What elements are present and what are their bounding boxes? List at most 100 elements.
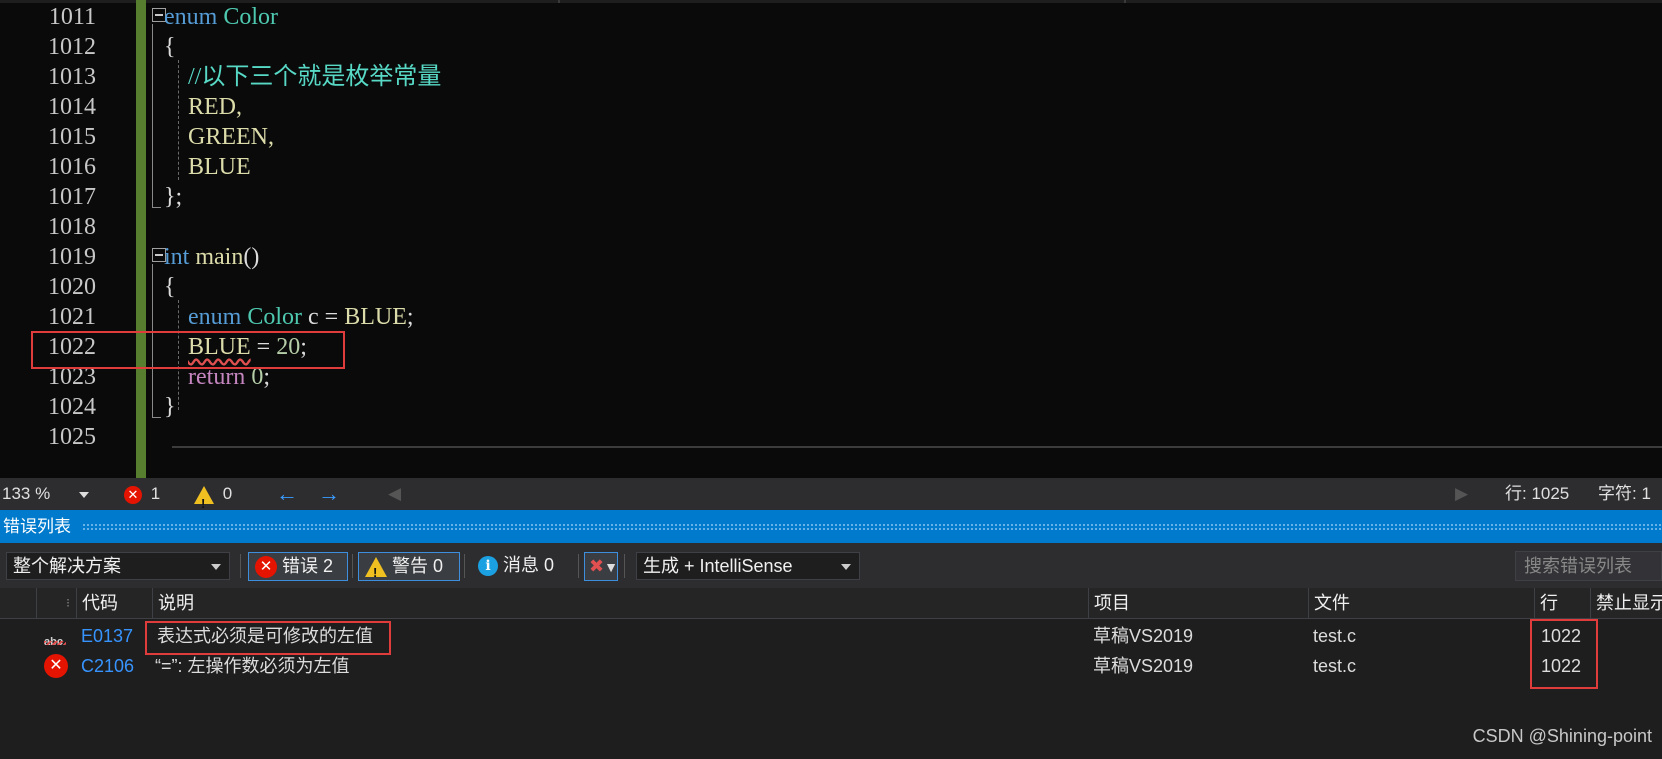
column-header-suppress[interactable]: 禁止显示 (1590, 588, 1662, 618)
line-code: //以下三个就是枚举常量 (164, 61, 441, 93)
toolbar-separator (240, 554, 241, 578)
code-token: RED, (164, 94, 242, 120)
zoom-level[interactable]: 133 % (2, 478, 89, 510)
code-line[interactable]: 1015 GREEN, (0, 121, 1662, 153)
line-code: BLUE (164, 151, 251, 183)
line-code: } (164, 391, 176, 423)
column-header-code[interactable]: 代码 (76, 588, 152, 618)
column-header-line[interactable]: 行 (1534, 588, 1590, 618)
clear-filter-icon[interactable]: ✖▼ (584, 552, 618, 581)
line-number: 1013 (48, 64, 96, 90)
error-list-title-bar[interactable]: 错误列表 (0, 510, 1662, 543)
code-line[interactable]: 1024} (0, 391, 1662, 423)
column-header-file[interactable]: 文件 (1308, 588, 1534, 618)
title-grip (82, 523, 1662, 531)
line-number: 1019 (48, 244, 96, 270)
line-number: 1021 (48, 304, 96, 330)
code-token: enum (188, 304, 242, 330)
code-line[interactable]: 1012 { (0, 31, 1662, 63)
error-project: 草稿VS2019 (1093, 626, 1194, 646)
error-list-title: 错误列表 (3, 517, 71, 536)
messages-filter-label: 消息 0 (503, 555, 555, 575)
code-line[interactable]: 1011 enum Color (0, 1, 1662, 33)
build-filter-value: 生成 + IntelliSense (643, 556, 793, 576)
line-number: 1014 (48, 94, 96, 120)
line-number: 1017 (48, 184, 96, 210)
line-code: RED, (164, 91, 242, 123)
column-chooser-icon[interactable]: ⁝ (36, 588, 76, 618)
code-line[interactable]: 1018 (0, 211, 1662, 243)
watermark: CSDN @Shining-point (1472, 726, 1652, 746)
line-number: 1025 (48, 424, 96, 450)
line-code: enum Color (164, 1, 278, 33)
line-number: 1020 (48, 274, 96, 300)
warning-icon (365, 557, 387, 586)
chevron-down-icon (841, 564, 851, 570)
error-code-link[interactable]: E0137 (81, 621, 133, 651)
navigate-back-icon[interactable]: ← (276, 478, 298, 510)
warnings-filter-button[interactable]: 警告 0 (358, 552, 460, 586)
toolbar-separator (464, 554, 465, 578)
line-1022-highlight (31, 331, 345, 369)
scroll-left-icon[interactable]: ◀ (388, 478, 401, 510)
code-editor[interactable]: 1011 enum Color 1012{1013 //以下三个就是枚举常量 1014… (0, 0, 1662, 478)
code-token: { (164, 34, 176, 60)
code-token: c = (302, 304, 345, 330)
code-line[interactable]: 1016 BLUE (0, 151, 1662, 183)
line-number: 1024 (48, 394, 96, 420)
table-row[interactable]: ✕ C2106 “=”: 左操作数必须为左值 草稿VS2019 test.c 1… (0, 651, 1662, 681)
code-token: ; (406, 304, 414, 330)
code-token: BLUE (344, 304, 407, 330)
code-line[interactable]: 1013 //以下三个就是枚举常量 (0, 61, 1662, 93)
toolbar-separator (352, 554, 353, 578)
code-line[interactable]: 1019 int main() (0, 241, 1662, 273)
line-code: enum Color c = BLUE; (164, 301, 414, 333)
code-token: BLUE (164, 154, 251, 180)
code-token: int (164, 244, 190, 270)
error-list-header: ⁝ 代码 说明 项目 文件 行 禁止显示 (0, 588, 1662, 619)
line-code: int main() (164, 241, 259, 273)
line-code: { (164, 271, 176, 303)
build-filter-select[interactable]: 生成 + IntelliSense (636, 552, 860, 580)
error-project: 草稿VS2019 (1093, 656, 1194, 676)
errors-filter-button[interactable]: ✕ 错误 2 (248, 552, 348, 581)
navigate-forward-icon[interactable]: → (318, 478, 340, 510)
code-token: //以下三个就是枚举常量 (164, 64, 442, 90)
error-icon: ✕ (44, 654, 68, 678)
column-header-description[interactable]: 说明 (152, 588, 1088, 618)
line-code: GREEN, (164, 121, 274, 153)
zoom-value: 133 % (2, 484, 51, 503)
code-line[interactable]: 1020 { (0, 271, 1662, 303)
scroll-right-icon[interactable]: ▶ (1455, 478, 1468, 510)
line-code: { (164, 31, 176, 63)
column-header-project[interactable]: 项目 (1088, 588, 1308, 618)
search-placeholder: 搜索错误列表 (1524, 556, 1632, 576)
error-file: test.c (1313, 656, 1357, 676)
code-token: () (243, 244, 260, 270)
scope-value: 整个解决方案 (13, 556, 121, 576)
warning-count-indicator[interactable]: 0 (194, 478, 233, 520)
error-list-body: abc E0137 表达式必须是可修改的左值 草稿VS2019 test.c 1… (0, 619, 1662, 759)
cursor-line: 行: 1025 (1505, 484, 1570, 503)
toolbar-separator (578, 554, 579, 578)
code-token: GREEN, (164, 124, 274, 150)
error-code-link[interactable]: C2106 (81, 651, 134, 681)
code-token: }; (164, 184, 183, 210)
code-line[interactable]: 1021 enum Color c = BLUE; (0, 301, 1662, 333)
warning-count: 0 (222, 484, 233, 503)
editor-bottom-edge (172, 446, 1662, 478)
error-count-indicator[interactable]: ✕ 1 (124, 478, 160, 510)
search-error-list-input[interactable]: 搜索错误列表 (1515, 551, 1662, 581)
warnings-filter-label: 警告 0 (392, 556, 444, 576)
error-list-toolbar: 整个解决方案 ✕ 错误 2 警告 0 i 消息 0 ✖▼ 生成 + Intell… (0, 543, 1662, 588)
code-token: } (164, 394, 176, 420)
line-number: 1015 (48, 124, 96, 150)
code-line[interactable]: 1017}; (0, 181, 1662, 213)
code-token: Color (223, 4, 278, 30)
zoom-dropdown-icon[interactable] (78, 491, 89, 498)
code-line[interactable]: 1014 RED, (0, 91, 1662, 123)
messages-filter-button[interactable]: i 消息 0 (472, 552, 572, 581)
scope-select[interactable]: 整个解决方案 (6, 552, 230, 580)
editor-status-bar: 133 % ✕ 1 0 ← → ◀ ▶ 行: 1025 字符: 1 (0, 478, 1662, 520)
